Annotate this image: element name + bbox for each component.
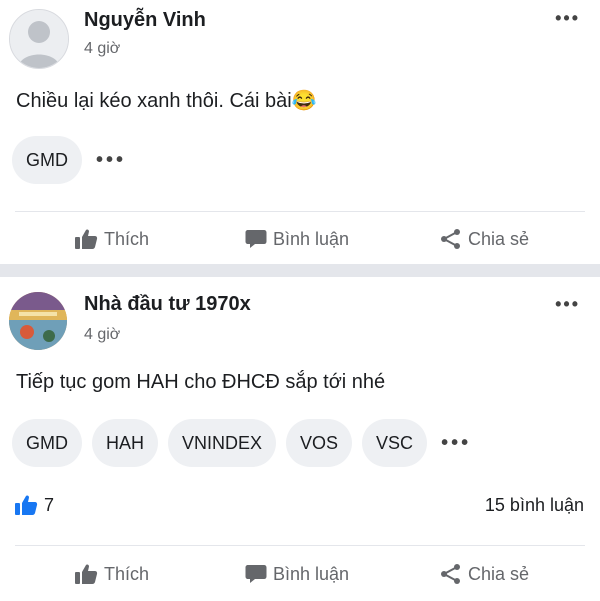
share-button[interactable]: Chia sẻ [440,563,529,585]
post-text: Tiếp tục gom HAH cho ĐHCĐ sắp tới nhé [16,371,386,393]
tag-chip[interactable]: VOS [286,419,353,467]
blue-like-icon [15,495,38,515]
post-author[interactable]: Nhà đầu tư 1970x [84,293,251,316]
like-button[interactable]: Thích [74,563,149,585]
more-dots-icon[interactable]: ••• [555,294,580,315]
like-count: 7 [44,494,55,515]
tag-chip[interactable]: VSC [362,419,428,467]
person-silhouette-icon [10,10,68,68]
share-icon [441,564,460,584]
painting-avatar-icon [9,292,67,350]
post-card-1: Nguyễn Vinh 4 giờ ••• Chiều lại kéo xanh… [0,0,600,264]
post-separator [0,264,600,277]
user-avatar[interactable] [9,292,67,350]
comment-label: Bình luận [273,563,350,584]
laughing-emoji-icon: 😂 [291,90,317,112]
comment-bubble-icon [245,230,267,248]
more-dots-icon[interactable]: ••• [92,149,126,172]
post-author[interactable]: Nguyễn Vinh [84,9,206,32]
thumbs-up-icon [75,229,98,249]
post-text: Chiều lại kéo xanh thôi. Cái bài😂 [16,88,317,113]
post-card-2: Nhà đầu tư 1970x 4 giờ ••• Tiếp tục gom … [0,277,600,600]
tag-list: GMD HAH VNINDEX VOS VSC ••• [12,419,471,467]
tag-chip[interactable]: GMD [12,136,82,184]
default-avatar[interactable] [9,9,69,69]
action-bar: Thích Bình luận Chia sẻ [0,212,600,266]
thumbs-up-icon [75,564,98,584]
post-time: 4 giờ [84,326,121,343]
tag-list: GMD ••• [12,136,126,184]
post-time: 4 giờ [84,40,121,57]
action-bar: Thích Bình luận Chia sẻ [0,547,600,601]
share-icon [441,229,460,249]
share-label: Chia sẻ [468,563,530,584]
share-label: Chia sẻ [468,228,530,249]
tag-chip[interactable]: GMD [12,419,82,467]
share-button[interactable]: Chia sẻ [440,228,529,250]
post-text-content: Chiều lại kéo xanh thôi. Cái bài [16,90,292,112]
tag-chip[interactable]: VNINDEX [168,419,277,467]
more-dots-icon[interactable]: ••• [555,8,580,29]
divider [15,545,585,546]
more-dots-icon[interactable]: ••• [437,432,471,455]
comment-label: Bình luận [273,228,350,249]
comment-button[interactable]: Bình luận [245,229,349,250]
comment-count[interactable]: 15 bình luận [485,495,584,516]
like-label: Thích [104,563,150,584]
like-label: Thích [104,228,150,249]
comment-button[interactable]: Bình luận [245,564,349,585]
like-button[interactable]: Thích [74,228,149,250]
reaction-summary[interactable]: 7 [14,494,54,516]
tag-chip[interactable]: HAH [92,419,159,467]
comment-bubble-icon [245,565,267,583]
